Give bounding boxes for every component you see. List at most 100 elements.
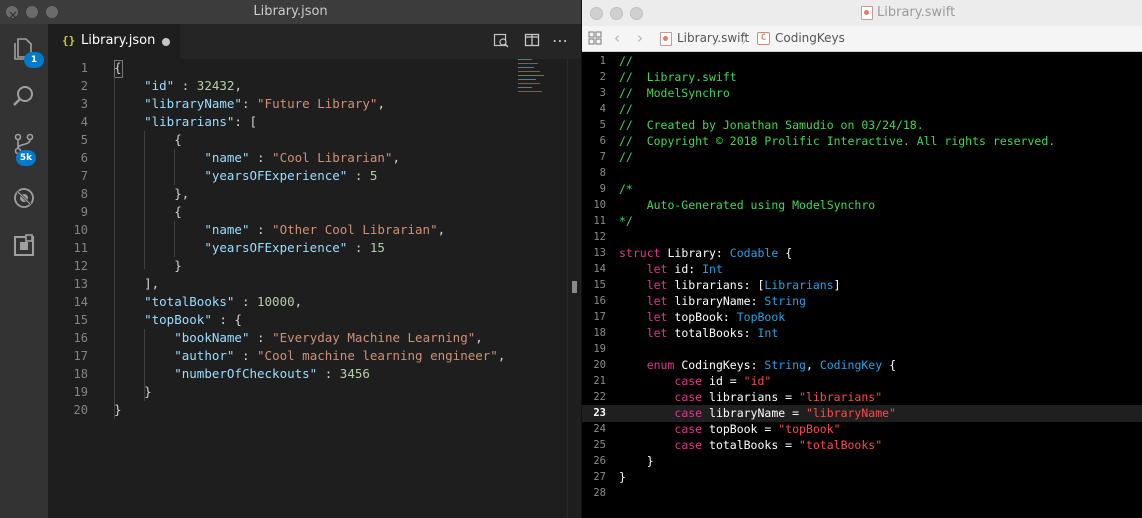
code-token: "libraryName": [144, 96, 242, 111]
code-line: let libraryName: String: [619, 293, 806, 309]
swift-file-icon: [660, 32, 672, 46]
code-token: }: [114, 402, 122, 417]
split-editor-icon[interactable]: [523, 32, 541, 50]
code-token: "Everyday Machine Learning": [272, 330, 476, 345]
class-symbol-icon: C: [757, 32, 770, 45]
line-number: 7: [599, 151, 606, 163]
breadcrumb-symbol[interactable]: CodingKeys: [775, 31, 845, 45]
code-token: ]: [833, 278, 841, 292]
code-line: // Library.swift: [619, 69, 737, 85]
code-token: 10000: [257, 294, 295, 309]
code-token: "librarians": [799, 390, 883, 404]
debug-icon[interactable]: [10, 186, 38, 214]
minimap-line: [518, 83, 540, 84]
code-token: librarians =: [702, 390, 800, 404]
line-number: 6: [599, 135, 606, 147]
code-token: TopBook: [736, 310, 786, 324]
code-token: // ModelSynchro: [619, 86, 730, 100]
line-number: 1: [80, 61, 88, 75]
close-window-button[interactable]: [6, 3, 18, 27]
code-token: :: [249, 330, 273, 345]
code-token: :: [234, 294, 257, 309]
line-number: 25: [593, 439, 606, 451]
code-token: String: [764, 358, 806, 372]
json-file-icon: {}: [62, 34, 76, 47]
minimize-window-button[interactable]: [610, 7, 623, 20]
xcode-titlebar: Library.swift: [582, 0, 1142, 26]
code-token: :: [249, 222, 273, 237]
code-token: "id": [743, 374, 772, 388]
code-token: let: [646, 294, 668, 308]
code-token: /*: [619, 182, 633, 196]
extensions-icon[interactable]: [10, 234, 38, 262]
more-actions-icon[interactable]: ⋯: [551, 32, 569, 50]
swift-editor[interactable]: 1 // 2 // Library.swift 3 // ModelSynchro 4 // 5…: [582, 52, 1142, 518]
code-token: librarians: [: [667, 278, 765, 292]
line-number: 3: [599, 87, 606, 99]
minimap[interactable]: [516, 59, 566, 99]
unsaved-dot-icon[interactable]: [162, 38, 170, 46]
line-number: 17: [73, 349, 88, 363]
code-token: :: [174, 78, 197, 93]
line-number: 24: [593, 423, 606, 435]
line-number: 10: [593, 199, 606, 211]
line-number: 23: [593, 407, 606, 419]
line-number: 26: [593, 455, 606, 467]
code-token: }: [619, 454, 654, 468]
tab-label: Library.json: [81, 33, 156, 48]
line-number: 5: [599, 119, 606, 131]
json-editor[interactable]: 1 2 3 4 5 6 7 8 9 10 11 12 13 14 15 16 17 18 19 20 { "id" :…: [48, 59, 581, 518]
code-token: totalBooks:: [667, 326, 758, 340]
tab-library-json[interactable]: {} Library.json: [48, 24, 180, 59]
vscode-window: Library.json 1 5k {} Library.json: [0, 0, 581, 518]
open-changes-icon[interactable]: [492, 32, 510, 50]
scrollbar-thumb[interactable]: [572, 281, 577, 293]
zoom-window-button[interactable]: [46, 6, 58, 18]
code-line: /*: [619, 181, 633, 197]
zoom-window-button[interactable]: [630, 7, 643, 20]
code-token: ,: [805, 358, 820, 372]
forward-chevron-icon[interactable]: ›: [637, 29, 643, 47]
code-token: :: [347, 168, 370, 183]
close-window-button[interactable]: [590, 7, 603, 20]
code-token: {: [778, 246, 793, 260]
vertical-scrollbar[interactable]: [567, 59, 581, 518]
code-token: "totalBooks": [144, 294, 235, 309]
code-token: ,: [392, 150, 400, 165]
code-token: case: [674, 374, 703, 388]
code-token: case: [674, 438, 703, 452]
code-token: case: [674, 406, 703, 420]
search-icon[interactable]: [10, 84, 38, 112]
code-line: "topBook" : {: [114, 311, 242, 329]
explorer-icon[interactable]: 1: [10, 36, 44, 68]
code-line: let id: Int: [619, 261, 723, 277]
line-number: 11: [73, 241, 88, 255]
code-line: "yearsOFExperience" : 15: [114, 239, 385, 257]
code-token: },: [114, 186, 190, 201]
code-token: id =: [702, 374, 744, 388]
code-token: : [: [234, 114, 257, 129]
code-line: // Copyright © 2018 Prolific Interactive…: [619, 133, 1055, 149]
code-line: ],: [114, 275, 159, 293]
minimize-window-button[interactable]: [26, 6, 38, 18]
line-number: 10: [73, 223, 88, 237]
code-token: }: [114, 258, 182, 273]
breadcrumb-file[interactable]: Library.swift: [677, 31, 749, 45]
related-items-icon[interactable]: [588, 31, 602, 48]
source-control-icon[interactable]: 5k: [10, 132, 38, 166]
line-number: 6: [80, 151, 88, 165]
code-token: ,: [234, 78, 242, 93]
code-token: "name": [204, 222, 250, 237]
code-line: Auto-Generated using ModelSynchro: [619, 197, 876, 213]
code-token: CodingKeys:: [674, 358, 765, 372]
code-token: Int: [757, 326, 779, 340]
back-chevron-icon[interactable]: ‹: [614, 29, 620, 47]
